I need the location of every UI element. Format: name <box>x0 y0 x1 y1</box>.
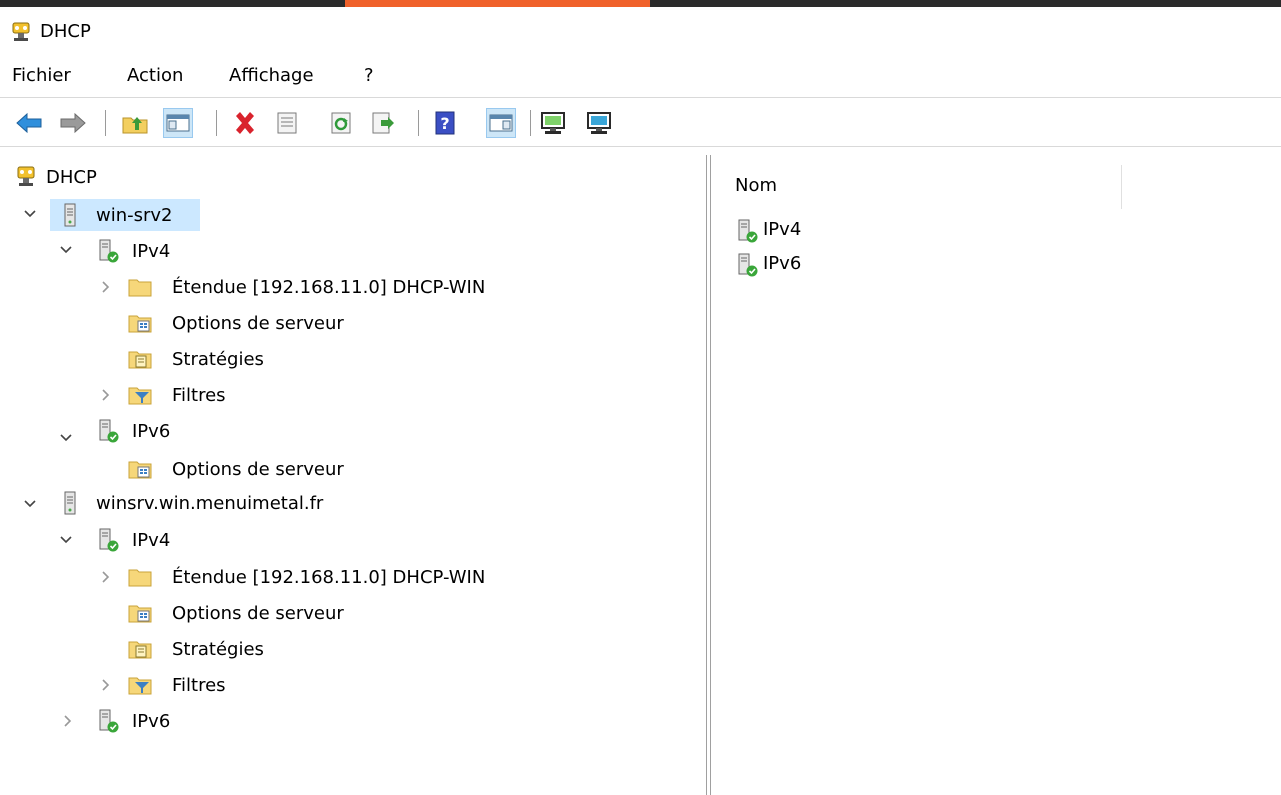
chevron-down-icon[interactable] <box>22 496 38 512</box>
properties-icon[interactable] <box>272 108 302 138</box>
chevron-down-icon[interactable] <box>58 430 74 446</box>
tree-server-options[interactable]: Options de serveur <box>126 597 386 629</box>
policies-icon <box>128 641 152 659</box>
tree-server-options[interactable]: Options de serveur <box>126 453 386 485</box>
scope-label: Étendue [192.168.11.0] DHCP-WIN <box>172 567 486 588</box>
ipv6-label: IPv6 <box>132 421 171 442</box>
list-item-label: IPv6 <box>763 253 802 274</box>
tree-policies[interactable]: Stratégies <box>126 633 326 665</box>
filter-icon <box>128 677 152 695</box>
server-options-label: Options de serveur <box>172 603 344 624</box>
tree-root-dhcp[interactable]: DHCP <box>10 163 310 195</box>
show-hide-action-pane-icon[interactable] <box>486 108 516 138</box>
tree-ipv6[interactable]: IPv6 <box>92 705 252 737</box>
toolbar-separator <box>105 110 106 136</box>
server-options-label: Options de serveur <box>172 459 344 480</box>
server-icon <box>64 203 76 227</box>
chevron-right-icon[interactable] <box>98 279 114 295</box>
chevron-right-icon[interactable] <box>60 713 76 729</box>
show-hide-tree-icon[interactable] <box>163 108 193 138</box>
tree-pane: DHCP win-srv2 IPv4 Étendue [192.168.11.0… <box>0 155 707 795</box>
ipv4-server-icon <box>738 219 758 243</box>
chevron-right-icon[interactable] <box>98 387 114 403</box>
policies-icon <box>128 351 152 369</box>
server-options-label: Options de serveur <box>172 313 344 334</box>
delete-icon[interactable] <box>230 108 260 138</box>
ipv6-label: IPv6 <box>132 711 171 732</box>
export-list-icon[interactable] <box>368 108 398 138</box>
menu-help[interactable]: ? <box>364 65 374 86</box>
folder-icon <box>128 279 152 297</box>
ipv4-server-icon <box>99 239 119 263</box>
tree-filters[interactable]: Filtres <box>126 379 326 411</box>
menu-affichage[interactable]: Affichage <box>229 65 314 86</box>
server-icon <box>64 491 76 515</box>
tree-server-options[interactable]: Options de serveur <box>126 307 386 339</box>
toolbar: ? <box>0 98 1281 147</box>
tree-ipv4[interactable]: IPv4 <box>92 524 252 556</box>
dhcp-app-icon <box>12 22 30 41</box>
console-panes: DHCP win-srv2 IPv4 Étendue [192.168.11.0… <box>0 155 1281 795</box>
server-options-icon <box>128 461 152 479</box>
back-arrow-icon[interactable] <box>14 108 44 138</box>
details-pane: Nom IPv4 IPv6 <box>710 155 1281 795</box>
tree-policies[interactable]: Stratégies <box>126 343 326 375</box>
ipv6-server-icon <box>99 709 119 733</box>
svg-text:?: ? <box>440 114 449 133</box>
ipv4-label: IPv4 <box>132 530 171 551</box>
ipv4-label: IPv4 <box>132 241 171 262</box>
menu-action[interactable]: Action <box>127 65 183 86</box>
authorize-server-icon[interactable] <box>538 108 568 138</box>
ipv6-server-icon <box>99 419 119 443</box>
refresh-icon[interactable] <box>326 108 356 138</box>
tree-ipv6[interactable]: IPv6 <box>92 415 252 447</box>
ipv4-server-icon <box>99 528 119 552</box>
column-header: Nom <box>711 155 1281 209</box>
title-bar: DHCP <box>0 7 1281 57</box>
dhcp-icon <box>17 166 35 186</box>
column-divider[interactable] <box>1121 165 1122 209</box>
chevron-down-icon[interactable] <box>58 532 74 548</box>
tree-scope[interactable]: Étendue [192.168.11.0] DHCP-WIN <box>126 561 546 593</box>
menu-fichier[interactable]: Fichier <box>12 65 71 86</box>
tree-root-label: DHCP <box>46 167 97 188</box>
tree-ipv4[interactable]: IPv4 <box>92 235 252 267</box>
active-tab-accent <box>345 0 650 7</box>
menu-bar: Fichier Action Affichage ? <box>0 57 1281 98</box>
chevron-right-icon[interactable] <box>98 569 114 585</box>
tree-server-winsrv[interactable]: winsrv.win.menuimetal.fr <box>50 487 390 519</box>
policies-label: Stratégies <box>172 639 264 660</box>
list-item-label: IPv4 <box>763 219 802 240</box>
server-name: win-srv2 <box>96 205 173 226</box>
tree-filters[interactable]: Filtres <box>126 669 326 701</box>
window-title: DHCP <box>40 21 91 42</box>
tree-scope[interactable]: Étendue [192.168.11.0] DHCP-WIN <box>126 271 546 303</box>
tree-server-win-srv2[interactable]: win-srv2 <box>50 199 200 231</box>
help-icon[interactable]: ? <box>430 108 460 138</box>
unauthorize-server-icon[interactable] <box>584 108 614 138</box>
forward-arrow-icon[interactable] <box>58 108 88 138</box>
window-top-border <box>0 0 1281 7</box>
scope-label: Étendue [192.168.11.0] DHCP-WIN <box>172 277 486 298</box>
filters-label: Filtres <box>172 675 226 696</box>
server-options-icon <box>128 605 152 623</box>
ipv6-server-icon <box>738 253 758 277</box>
chevron-down-icon[interactable] <box>22 206 38 222</box>
chevron-down-icon[interactable] <box>58 242 74 258</box>
filters-label: Filtres <box>172 385 226 406</box>
server-options-icon <box>128 315 152 333</box>
filter-icon <box>128 387 152 405</box>
column-header-name[interactable]: Nom <box>735 175 777 196</box>
folder-icon <box>128 569 152 587</box>
up-folder-icon[interactable] <box>120 108 150 138</box>
toolbar-separator <box>418 110 419 136</box>
server-name: winsrv.win.menuimetal.fr <box>96 493 324 514</box>
policies-label: Stratégies <box>172 349 264 370</box>
toolbar-separator <box>216 110 217 136</box>
chevron-right-icon[interactable] <box>98 677 114 693</box>
toolbar-separator <box>530 110 531 136</box>
